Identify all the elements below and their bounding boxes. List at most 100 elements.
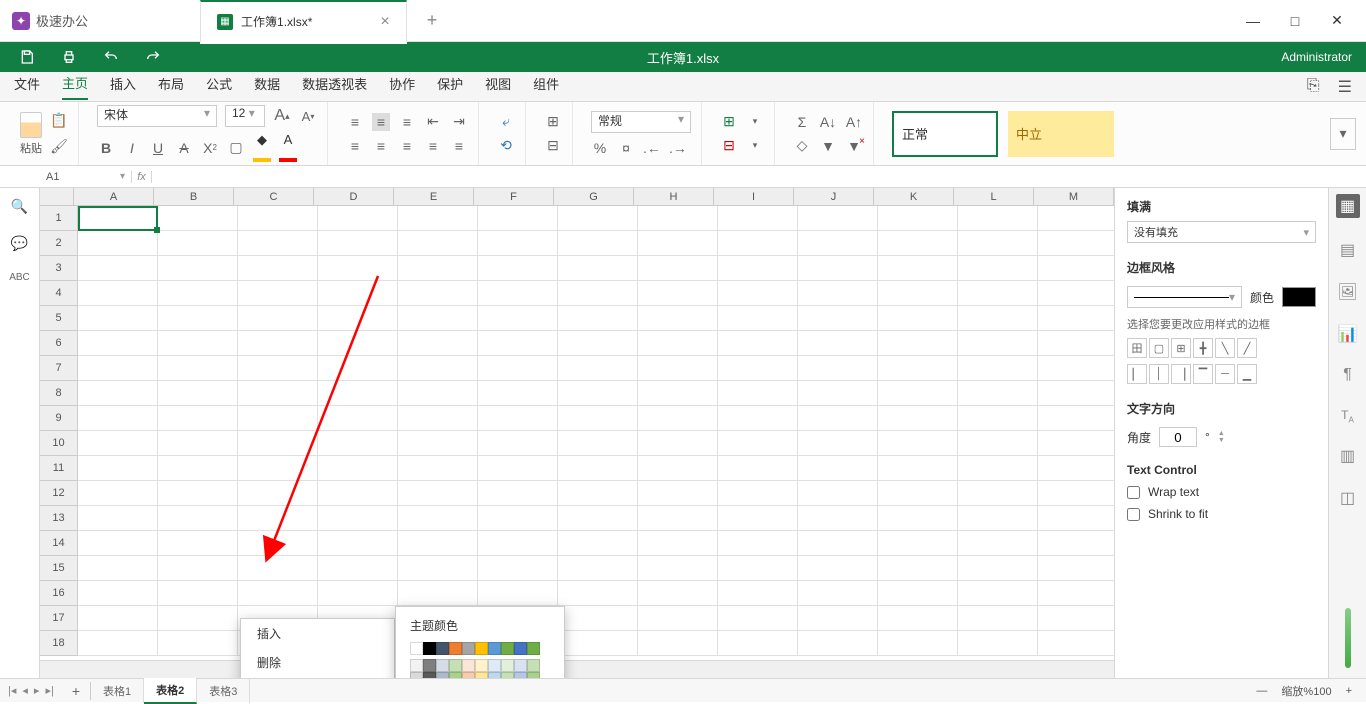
color-swatch[interactable] [449,642,462,655]
color-swatch[interactable] [527,642,540,655]
cell[interactable] [958,556,1038,581]
cell[interactable] [78,306,158,331]
row-header[interactable]: 14 [40,531,78,556]
cell[interactable] [638,281,718,306]
filter-icon[interactable]: ▼ [819,137,837,155]
cell[interactable] [318,231,398,256]
cell[interactable] [798,256,878,281]
cell[interactable] [158,506,238,531]
select-all-corner[interactable] [40,188,74,205]
fill-select[interactable]: 没有填充▾ [1127,221,1316,243]
cell[interactable] [318,381,398,406]
cell[interactable] [958,306,1038,331]
color-swatch[interactable] [488,672,501,678]
align-center-icon[interactable]: ≡ [372,137,390,155]
cell[interactable] [878,381,958,406]
cell[interactable] [798,406,878,431]
sort-desc-icon[interactable]: A↑ [845,113,863,131]
row-header[interactable]: 8 [40,381,78,406]
cell[interactable] [238,381,318,406]
color-swatch[interactable] [410,642,423,655]
cell[interactable] [878,556,958,581]
hamburger-icon[interactable]: ☰ [1338,77,1352,97]
cell[interactable] [638,581,718,606]
table-icon[interactable]: ▤ [1340,240,1355,260]
shrink-fit-checkbox[interactable] [1127,508,1140,521]
cell[interactable] [398,306,478,331]
cell[interactable] [878,631,958,656]
cell[interactable] [558,506,638,531]
maximize-button[interactable]: □ [1286,13,1304,29]
cell[interactable] [798,381,878,406]
cell[interactable] [558,531,638,556]
row-header[interactable]: 16 [40,581,78,606]
cell[interactable] [958,631,1038,656]
cell[interactable] [638,231,718,256]
cell[interactable] [318,206,398,231]
cell[interactable] [718,531,798,556]
cell[interactable] [398,556,478,581]
sheet-tab-1[interactable]: 表格1 [91,679,144,703]
cell[interactable] [558,581,638,606]
menu-home[interactable]: 主页 [62,73,88,100]
cell[interactable] [558,306,638,331]
cell[interactable] [718,581,798,606]
cell[interactable] [958,481,1038,506]
cell[interactable] [78,231,158,256]
cell[interactable] [558,606,638,631]
border-vert-icon[interactable]: │ [1149,364,1169,384]
cell[interactable] [638,456,718,481]
border-line-select[interactable]: ▾ [1127,286,1242,308]
cell[interactable] [558,556,638,581]
cell[interactable] [878,406,958,431]
cell[interactable] [718,456,798,481]
ctx-insert[interactable]: 插入 [241,619,394,648]
color-swatch[interactable] [475,642,488,655]
merge-icon[interactable]: ⊞ [544,113,562,131]
sum-icon[interactable]: Σ [793,113,811,131]
strike-button[interactable]: A [175,139,193,157]
document-tab[interactable]: ▦ 工作簿1.xlsx* × [200,0,407,42]
cell[interactable] [238,281,318,306]
cell[interactable] [238,331,318,356]
cell[interactable] [478,531,558,556]
color-swatch[interactable] [410,672,423,678]
align-middle-icon[interactable]: ≡ [372,113,390,131]
cell[interactable] [478,406,558,431]
cell[interactable] [1038,331,1114,356]
color-swatch[interactable] [475,672,488,678]
col-header[interactable]: A [74,188,154,205]
decrease-font-icon[interactable]: A▾ [299,107,317,125]
cell[interactable] [1038,356,1114,381]
cell[interactable] [158,631,238,656]
cell[interactable] [958,431,1038,456]
italic-button[interactable]: I [123,139,141,157]
cell[interactable] [398,281,478,306]
dec-decimal-icon[interactable]: .← [643,139,661,157]
cell[interactable] [1038,256,1114,281]
clear-filter-icon[interactable]: ▼× [845,137,863,155]
indent-dec-icon[interactable]: ⇤ [424,113,442,131]
cell[interactable] [78,631,158,656]
cell[interactable] [878,281,958,306]
border-right-icon[interactable]: ▕ [1171,364,1191,384]
cell[interactable] [718,431,798,456]
cell[interactable] [78,356,158,381]
fill-handle[interactable] [154,227,160,233]
cell[interactable] [798,306,878,331]
cell[interactable] [558,406,638,431]
cell[interactable] [718,281,798,306]
cell[interactable] [958,356,1038,381]
cell[interactable] [398,231,478,256]
border-color-swatch[interactable] [1282,287,1316,307]
menu-formula[interactable]: 公式 [206,74,232,99]
cell[interactable] [398,206,478,231]
cell[interactable] [78,581,158,606]
spellcheck-icon[interactable]: ABC [9,272,30,283]
color-swatch[interactable] [449,659,462,672]
cell[interactable] [718,206,798,231]
cell[interactable] [238,356,318,381]
cell[interactable] [398,256,478,281]
percent-icon[interactable]: % [591,139,609,157]
cell[interactable] [478,306,558,331]
